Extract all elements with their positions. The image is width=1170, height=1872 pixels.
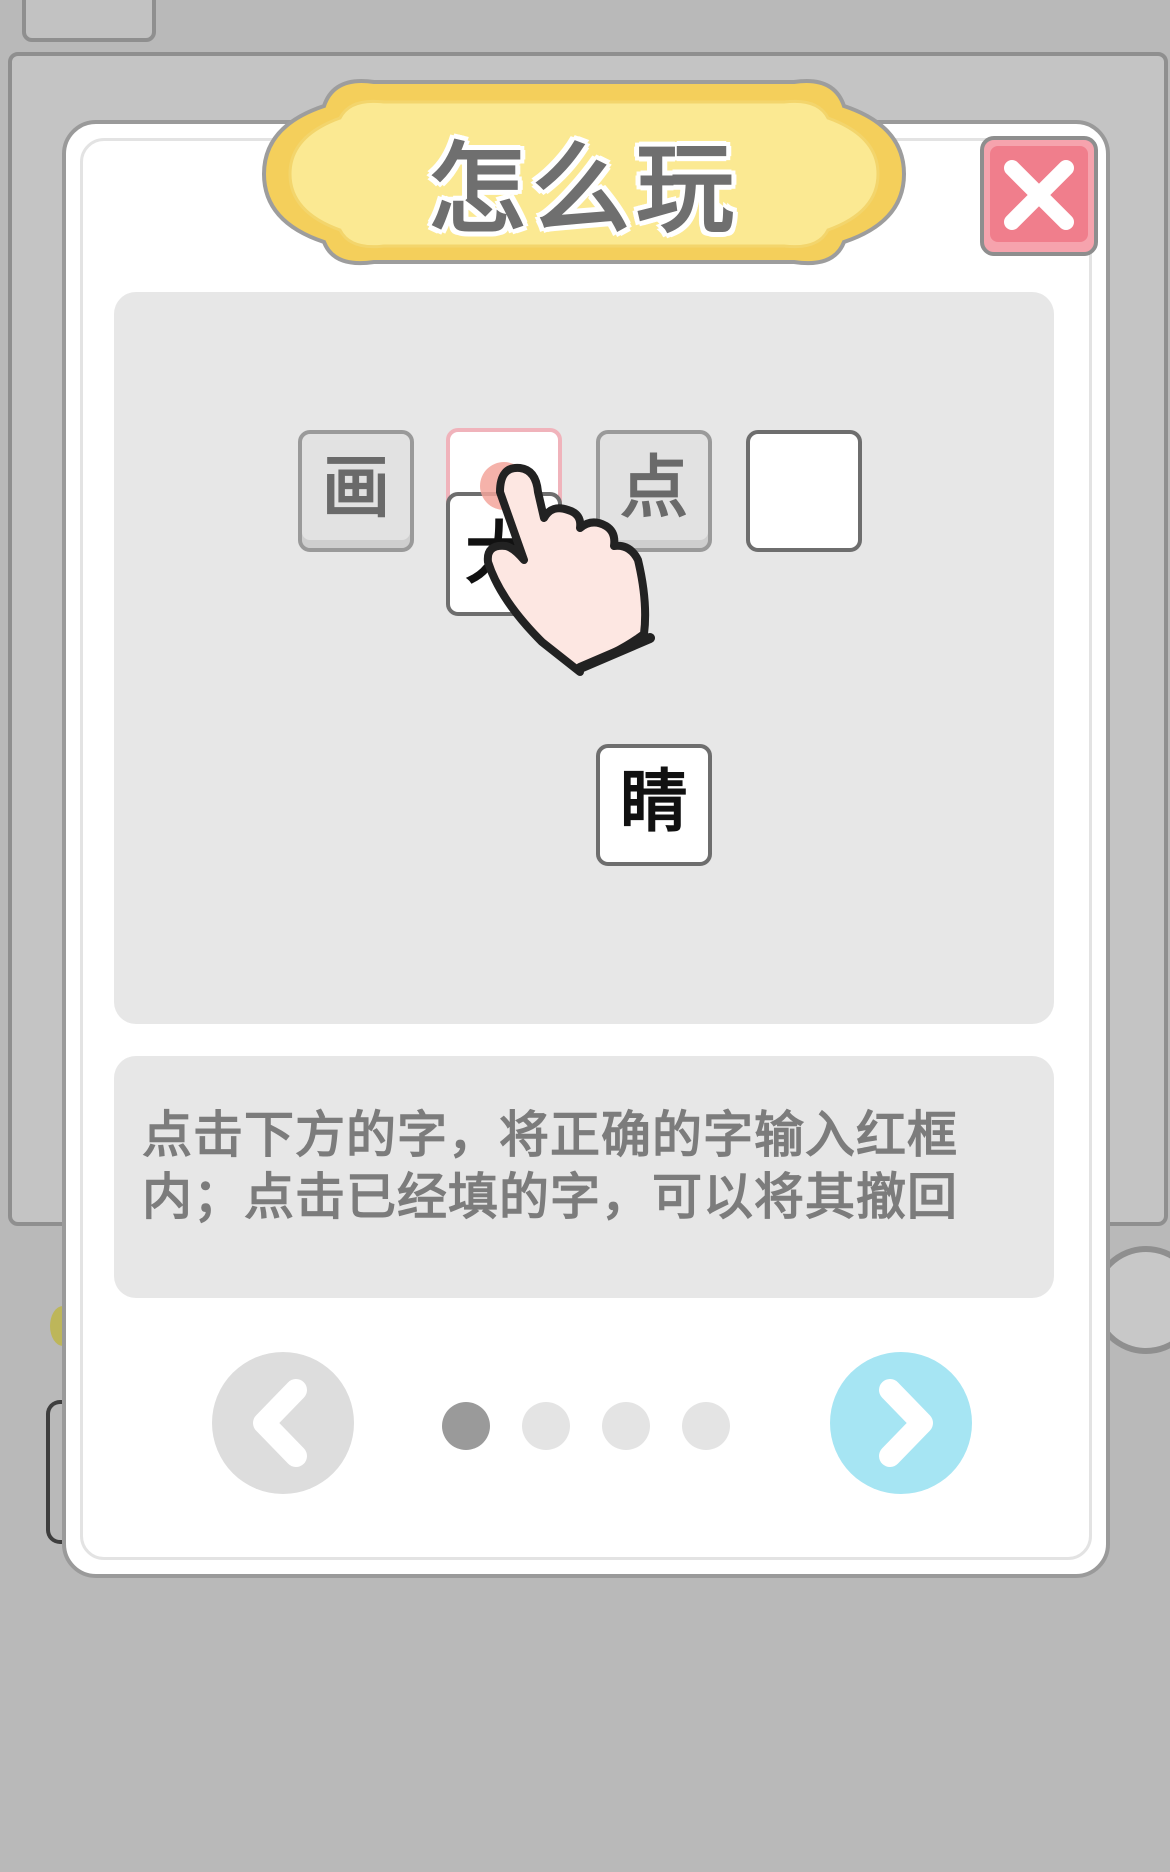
demo-tile-empty <box>746 430 862 552</box>
previous-page-button[interactable] <box>212 1352 354 1494</box>
page-indicator-dot <box>602 1402 650 1450</box>
chevron-left-icon <box>253 1379 307 1467</box>
page-indicator-dot-active <box>442 1402 490 1450</box>
page-indicator-dot <box>682 1402 730 1450</box>
title-banner: 怎么玩 <box>254 66 914 272</box>
demo-tile-option: 睛 <box>596 744 712 866</box>
close-button[interactable] <box>980 136 1098 256</box>
chevron-right-icon <box>879 1379 933 1467</box>
background-level-title <box>186 0 366 6</box>
instructions-text: 点击下方的字，将正确的字输入红框内；点击已经填的字，可以将其撤回 <box>142 1106 958 1226</box>
dialog-title: 怎么玩 <box>427 133 740 247</box>
next-page-button[interactable] <box>830 1352 972 1494</box>
close-x-icon <box>1004 160 1074 230</box>
page-indicator-dot <box>522 1402 570 1450</box>
background-menu-button <box>22 0 156 42</box>
pointing-hand-icon <box>480 462 655 676</box>
instructions-box: 点击下方的字，将正确的字输入红框内；点击已经填的字，可以将其撤回 <box>114 1056 1054 1298</box>
demo-tile-filled: 画 <box>298 430 414 552</box>
